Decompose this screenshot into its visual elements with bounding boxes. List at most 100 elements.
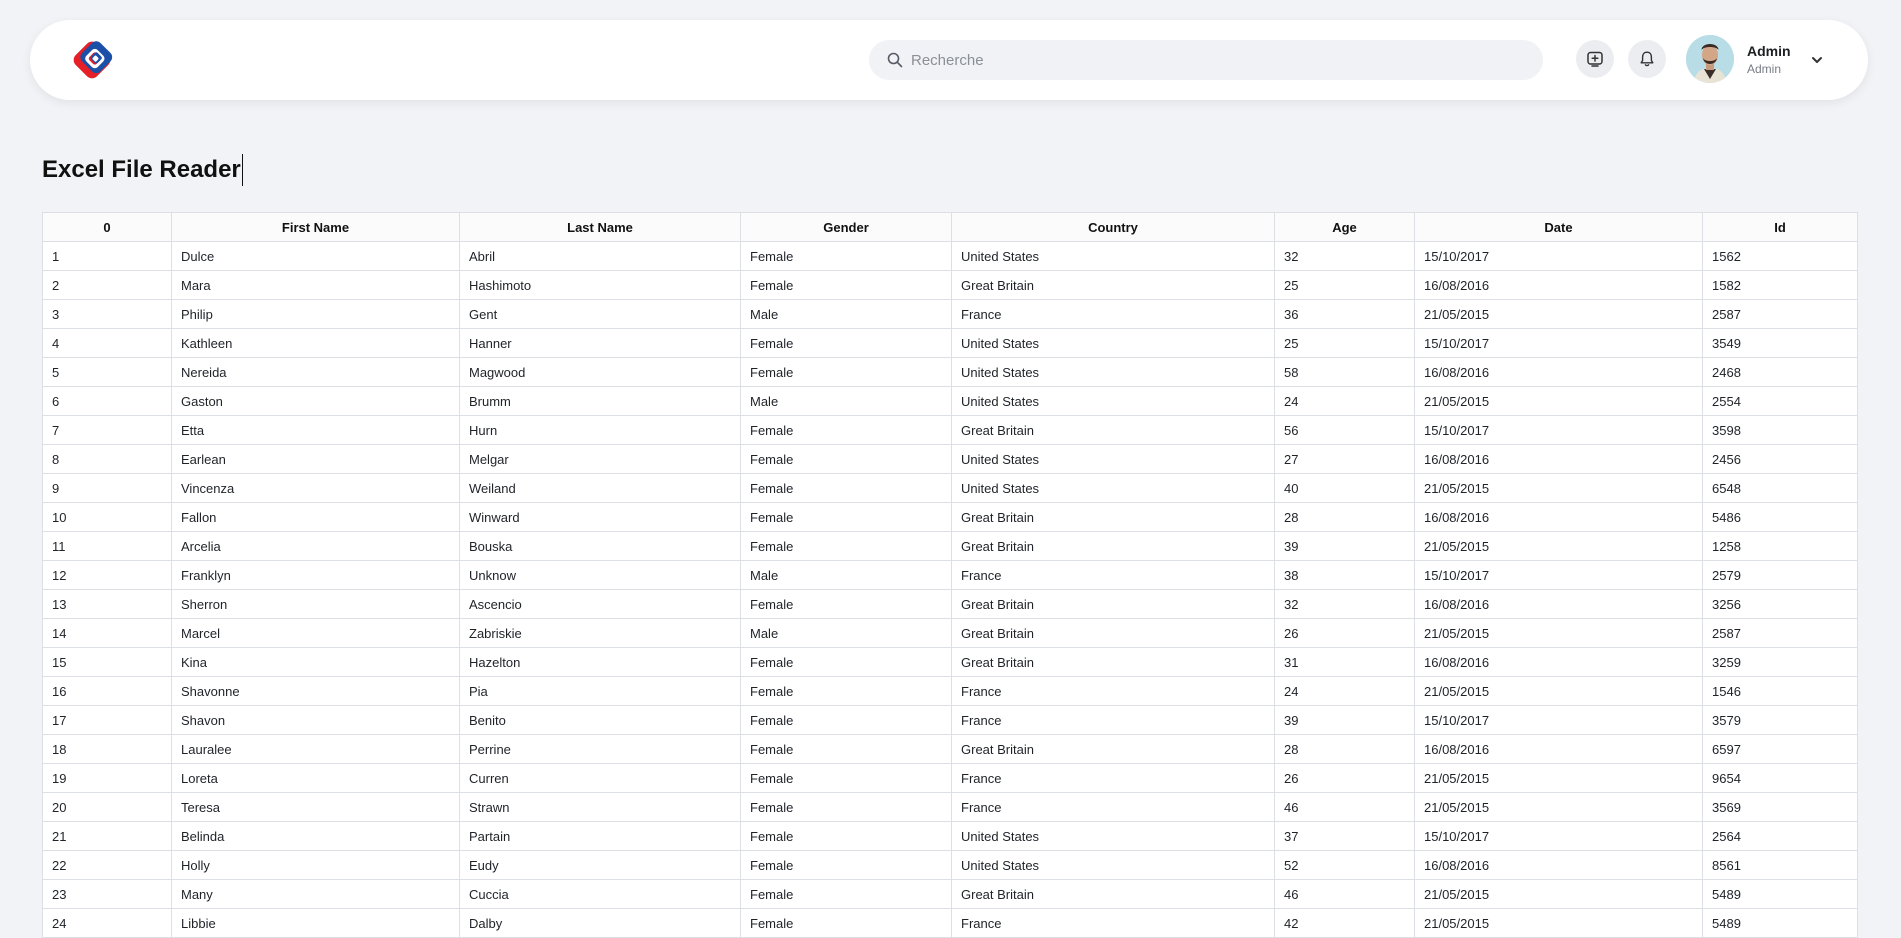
cell-date[interactable]: 15/10/2017: [1414, 415, 1703, 445]
cell-age[interactable]: 40: [1274, 473, 1415, 503]
cell-country[interactable]: Great Britain: [951, 589, 1275, 619]
cell-row-index[interactable]: 4: [42, 328, 172, 358]
cell-age[interactable]: 46: [1274, 879, 1415, 909]
cell-age[interactable]: 56: [1274, 415, 1415, 445]
cell-gender[interactable]: Male: [740, 560, 952, 590]
cell-age[interactable]: 32: [1274, 241, 1415, 271]
cell-first-name[interactable]: Arcelia: [171, 531, 460, 561]
cell-first-name[interactable]: Marcel: [171, 618, 460, 648]
cell-row-index[interactable]: 2: [42, 270, 172, 300]
cell-date[interactable]: 16/08/2016: [1414, 850, 1703, 880]
cell-last-name[interactable]: Benito: [459, 705, 741, 735]
cell-date[interactable]: 21/05/2015: [1414, 879, 1703, 909]
cell-gender[interactable]: Female: [740, 241, 952, 271]
cell-row-index[interactable]: 11: [42, 531, 172, 561]
cell-date[interactable]: 16/08/2016: [1414, 647, 1703, 677]
cell-first-name[interactable]: Fallon: [171, 502, 460, 532]
cell-country[interactable]: United States: [951, 241, 1275, 271]
cell-country[interactable]: Great Britain: [951, 734, 1275, 764]
cell-age[interactable]: 58: [1274, 357, 1415, 387]
cell-age[interactable]: 42: [1274, 908, 1415, 938]
cell-row-index[interactable]: 12: [42, 560, 172, 590]
cell-id[interactable]: 3598: [1702, 415, 1858, 445]
cell-country[interactable]: France: [951, 299, 1275, 329]
avatar[interactable]: [1686, 35, 1734, 83]
cell-first-name[interactable]: Shavon: [171, 705, 460, 735]
cell-country[interactable]: United States: [951, 386, 1275, 416]
cell-last-name[interactable]: Hazelton: [459, 647, 741, 677]
cell-date[interactable]: 21/05/2015: [1414, 763, 1703, 793]
cell-date[interactable]: 15/10/2017: [1414, 241, 1703, 271]
column-header-last-name[interactable]: Last Name: [459, 212, 741, 242]
cell-gender[interactable]: Female: [740, 473, 952, 503]
cell-gender[interactable]: Female: [740, 705, 952, 735]
cell-first-name[interactable]: Mara: [171, 270, 460, 300]
column-header-age[interactable]: Age: [1274, 212, 1415, 242]
cell-row-index[interactable]: 19: [42, 763, 172, 793]
cell-gender[interactable]: Female: [740, 270, 952, 300]
cell-date[interactable]: 15/10/2017: [1414, 705, 1703, 735]
cell-age[interactable]: 26: [1274, 763, 1415, 793]
cell-gender[interactable]: Male: [740, 386, 952, 416]
cell-age[interactable]: 24: [1274, 676, 1415, 706]
column-header-id[interactable]: Id: [1702, 212, 1858, 242]
cell-id[interactable]: 2564: [1702, 821, 1858, 851]
cell-last-name[interactable]: Eudy: [459, 850, 741, 880]
cell-age[interactable]: 46: [1274, 792, 1415, 822]
cell-date[interactable]: 15/10/2017: [1414, 821, 1703, 851]
cell-last-name[interactable]: Partain: [459, 821, 741, 851]
cell-first-name[interactable]: Dulce: [171, 241, 460, 271]
cell-id[interactable]: 1562: [1702, 241, 1858, 271]
cell-gender[interactable]: Female: [740, 792, 952, 822]
cell-date[interactable]: 16/08/2016: [1414, 734, 1703, 764]
cell-gender[interactable]: Female: [740, 589, 952, 619]
cell-date[interactable]: 21/05/2015: [1414, 792, 1703, 822]
cell-last-name[interactable]: Dalby: [459, 908, 741, 938]
cell-last-name[interactable]: Hashimoto: [459, 270, 741, 300]
cell-country[interactable]: France: [951, 908, 1275, 938]
cell-row-index[interactable]: 14: [42, 618, 172, 648]
cell-id[interactable]: 2587: [1702, 299, 1858, 329]
cell-gender[interactable]: Female: [740, 357, 952, 387]
cell-id[interactable]: 3256: [1702, 589, 1858, 619]
cell-country[interactable]: France: [951, 705, 1275, 735]
cell-id[interactable]: 2456: [1702, 444, 1858, 474]
column-header-date[interactable]: Date: [1414, 212, 1703, 242]
cell-row-index[interactable]: 22: [42, 850, 172, 880]
cell-row-index[interactable]: 16: [42, 676, 172, 706]
cell-first-name[interactable]: Loreta: [171, 763, 460, 793]
cell-gender[interactable]: Female: [740, 328, 952, 358]
column-header-country[interactable]: Country: [951, 212, 1275, 242]
cell-country[interactable]: Great Britain: [951, 270, 1275, 300]
cell-last-name[interactable]: Cuccia: [459, 879, 741, 909]
cell-last-name[interactable]: Abril: [459, 241, 741, 271]
cell-date[interactable]: 16/08/2016: [1414, 502, 1703, 532]
cell-date[interactable]: 21/05/2015: [1414, 676, 1703, 706]
cell-row-index[interactable]: 20: [42, 792, 172, 822]
cell-country[interactable]: France: [951, 792, 1275, 822]
cell-gender[interactable]: Female: [740, 763, 952, 793]
cell-id[interactable]: 3259: [1702, 647, 1858, 677]
cell-country[interactable]: United States: [951, 444, 1275, 474]
cell-id[interactable]: 2579: [1702, 560, 1858, 590]
cell-date[interactable]: 21/05/2015: [1414, 908, 1703, 938]
cell-gender[interactable]: Female: [740, 908, 952, 938]
cell-row-index[interactable]: 5: [42, 357, 172, 387]
cell-age[interactable]: 25: [1274, 270, 1415, 300]
cell-age[interactable]: 39: [1274, 531, 1415, 561]
cell-date[interactable]: 15/10/2017: [1414, 328, 1703, 358]
cell-gender[interactable]: Male: [740, 299, 952, 329]
cell-last-name[interactable]: Brumm: [459, 386, 741, 416]
cell-id[interactable]: 9654: [1702, 763, 1858, 793]
cell-id[interactable]: 1582: [1702, 270, 1858, 300]
cell-country[interactable]: United States: [951, 328, 1275, 358]
cell-gender[interactable]: Female: [740, 734, 952, 764]
cell-age[interactable]: 31: [1274, 647, 1415, 677]
cell-age[interactable]: 37: [1274, 821, 1415, 851]
cell-first-name[interactable]: Earlean: [171, 444, 460, 474]
cell-gender[interactable]: Female: [740, 531, 952, 561]
cell-row-index[interactable]: 3: [42, 299, 172, 329]
cell-age[interactable]: 27: [1274, 444, 1415, 474]
cell-last-name[interactable]: Winward: [459, 502, 741, 532]
cell-last-name[interactable]: Zabriskie: [459, 618, 741, 648]
